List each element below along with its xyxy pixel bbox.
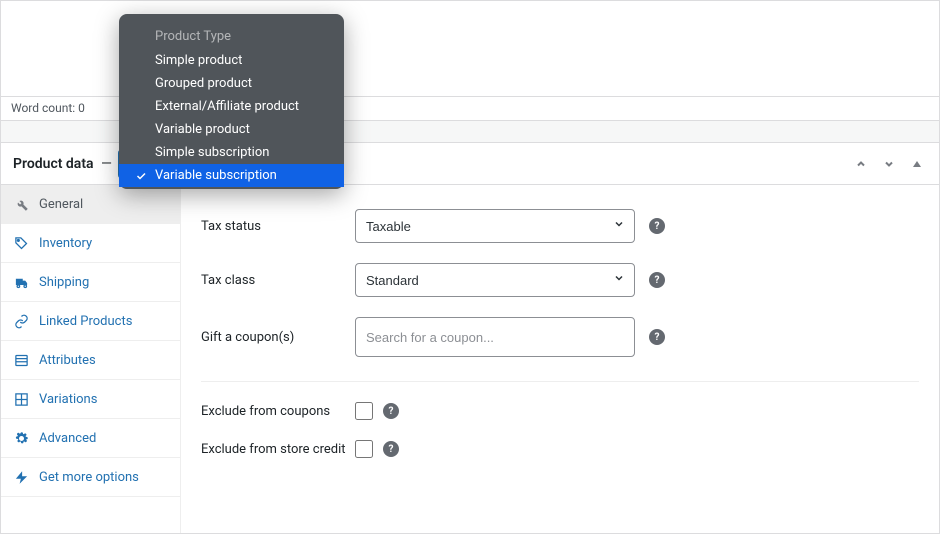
exclude-store-credit-label: Exclude from store credit xyxy=(201,442,355,457)
tax-status-row: Tax status Taxable ? xyxy=(201,199,919,253)
sidebar-item-general[interactable]: General xyxy=(1,185,180,224)
dropdown-group-label: Product Type xyxy=(119,22,344,49)
panel-body: General Inventory Shipping Linked Produc… xyxy=(0,185,940,534)
product-type-dropdown: Product Type Simple product Grouped prod… xyxy=(119,14,344,189)
gift-coupon-row: Gift a coupon(s) ? xyxy=(201,307,919,382)
dropdown-option-label: Variable product xyxy=(155,122,250,137)
dropdown-option-simple-product[interactable]: Simple product xyxy=(119,49,344,72)
sidebar-item-advanced[interactable]: Advanced xyxy=(1,419,180,458)
sidebar-item-get-more-options[interactable]: Get more options xyxy=(1,458,180,497)
help-icon[interactable]: ? xyxy=(649,272,665,288)
sidebar-item-label: Shipping xyxy=(39,275,89,290)
general-settings-content: Tax status Taxable ? Tax class Standard xyxy=(181,185,939,533)
dropdown-option-external-affiliate-product[interactable]: External/Affiliate product xyxy=(119,95,344,118)
list-icon xyxy=(13,352,29,368)
wordcount-text: Word count: 0 xyxy=(11,101,85,115)
panel-toggle-button[interactable] xyxy=(907,154,927,174)
move-down-button[interactable] xyxy=(879,154,899,174)
lightning-icon xyxy=(13,469,29,485)
sidebar: General Inventory Shipping Linked Produc… xyxy=(1,185,181,533)
sidebar-item-label: Inventory xyxy=(39,236,92,251)
dropdown-option-label: External/Affiliate product xyxy=(155,99,299,114)
grid-icon xyxy=(13,391,29,407)
sidebar-item-label: Linked Products xyxy=(39,314,132,329)
sidebar-item-inventory[interactable]: Inventory xyxy=(1,224,180,263)
tag-icon xyxy=(13,235,29,251)
panel-title: Product data — xyxy=(13,156,116,172)
dropdown-option-variable-product[interactable]: Variable product xyxy=(119,118,344,141)
dropdown-option-label: Grouped product xyxy=(155,76,252,91)
sidebar-item-shipping[interactable]: Shipping xyxy=(1,263,180,302)
sidebar-item-variations[interactable]: Variations xyxy=(1,380,180,419)
tax-class-row: Tax class Standard ? xyxy=(201,253,919,307)
help-icon[interactable]: ? xyxy=(649,329,665,345)
sidebar-item-label: General xyxy=(39,197,83,212)
check-icon xyxy=(135,170,155,182)
exclude-coupons-label: Exclude from coupons xyxy=(201,404,355,419)
tax-class-select[interactable]: Standard xyxy=(355,263,635,297)
sidebar-item-label: Attributes xyxy=(39,353,96,368)
dropdown-option-grouped-product[interactable]: Grouped product xyxy=(119,72,344,95)
tax-status-label: Tax status xyxy=(201,219,355,234)
exclude-store-credit-checkbox[interactable] xyxy=(355,440,373,458)
link-icon xyxy=(13,313,29,329)
exclude-coupons-row: Exclude from coupons ? xyxy=(201,392,919,430)
move-up-button[interactable] xyxy=(851,154,871,174)
panel-header-controls xyxy=(851,154,927,174)
help-icon[interactable]: ? xyxy=(383,441,399,457)
sidebar-item-linked-products[interactable]: Linked Products xyxy=(1,302,180,341)
sidebar-item-label: Advanced xyxy=(39,431,96,446)
tax-status-select[interactable]: Taxable xyxy=(355,209,635,243)
truck-icon xyxy=(13,274,29,290)
dropdown-option-variable-subscription[interactable]: Variable subscription xyxy=(119,164,344,187)
dropdown-option-simple-subscription[interactable]: Simple subscription xyxy=(119,141,344,164)
help-icon[interactable]: ? xyxy=(383,403,399,419)
help-icon[interactable]: ? xyxy=(649,218,665,234)
dropdown-option-label: Simple product xyxy=(155,53,242,68)
dropdown-option-label: Variable subscription xyxy=(155,168,277,183)
sidebar-item-label: Variations xyxy=(39,392,97,407)
gift-coupon-label: Gift a coupon(s) xyxy=(201,330,355,345)
wrench-icon xyxy=(13,196,29,212)
gift-coupon-input[interactable] xyxy=(355,317,635,357)
tax-class-label: Tax class xyxy=(201,273,355,288)
gear-icon xyxy=(13,430,29,446)
exclude-store-credit-row: Exclude from store credit ? xyxy=(201,430,919,468)
sidebar-item-label: Get more options xyxy=(39,470,139,485)
sidebar-item-attributes[interactable]: Attributes xyxy=(1,341,180,380)
dropdown-option-label: Simple subscription xyxy=(155,145,269,160)
exclude-coupons-checkbox[interactable] xyxy=(355,402,373,420)
